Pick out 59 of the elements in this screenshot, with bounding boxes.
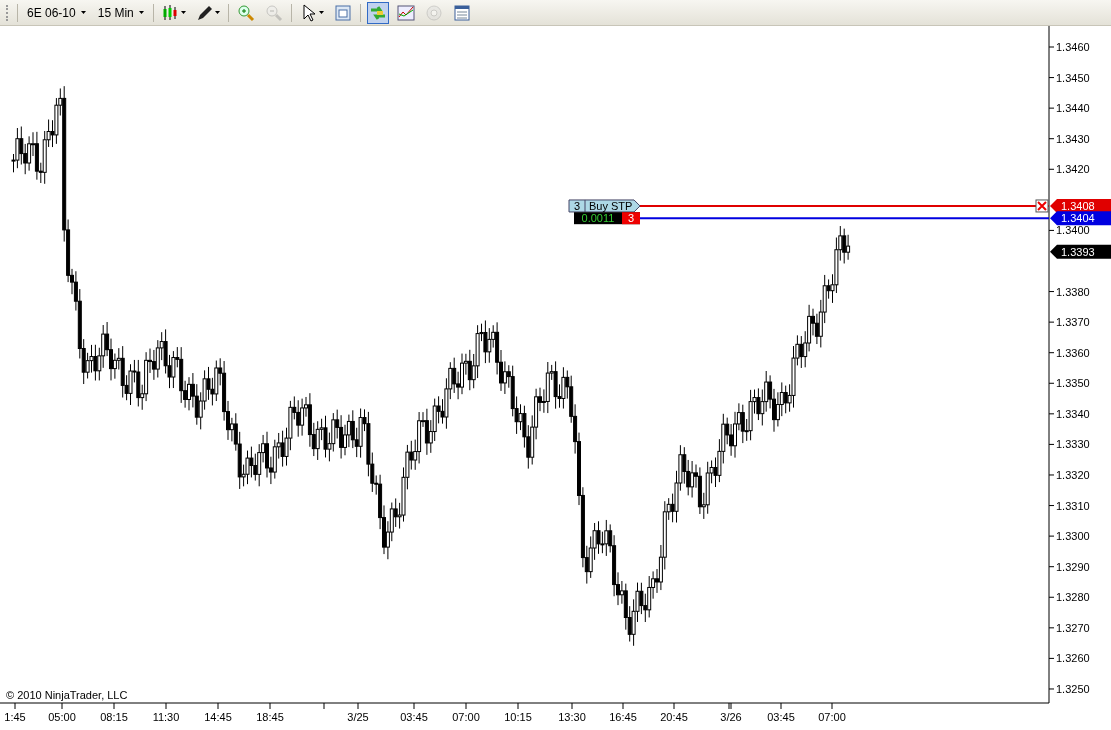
time-axis-label: 1:45 bbox=[4, 711, 26, 723]
table-icon bbox=[452, 3, 471, 22]
price-axis-label: 1.3360 bbox=[1056, 346, 1090, 359]
price-axis-label: 1.3450 bbox=[1056, 71, 1090, 84]
price-axis-label: 1.3380 bbox=[1056, 285, 1090, 298]
price-axis-label: 1.3420 bbox=[1056, 163, 1090, 176]
price-axis-label: 1.3370 bbox=[1056, 316, 1090, 329]
price-axis-label: 1.3460 bbox=[1056, 41, 1090, 53]
circle-icon bbox=[424, 3, 443, 22]
price-axis-label: 1.3270 bbox=[1056, 621, 1090, 634]
price-axis-label: 1.3340 bbox=[1056, 407, 1090, 420]
price-axis-label: 1.3300 bbox=[1056, 530, 1090, 543]
price-axis-label: 1.3430 bbox=[1056, 132, 1090, 145]
time-axis-label: 20:45 bbox=[660, 711, 688, 723]
price-axis-label: 1.3350 bbox=[1056, 377, 1090, 390]
time-axis-label: 13:30 bbox=[558, 711, 586, 723]
copyright-text: © 2010 NinjaTrader, LLC bbox=[6, 689, 128, 701]
time-axis-label: 07:00 bbox=[818, 711, 846, 723]
candlestick-icon bbox=[161, 3, 180, 22]
position-price-marker: 1.3404 bbox=[1050, 211, 1111, 226]
time-axis-label: 07:00 bbox=[452, 711, 480, 723]
zoom-in-icon bbox=[236, 3, 255, 22]
caret-icon bbox=[138, 11, 144, 14]
time-axis-label: 05:00 bbox=[48, 711, 76, 723]
zoom-out-icon bbox=[264, 3, 283, 22]
price-axis-label: 1.3290 bbox=[1056, 560, 1090, 573]
caret-icon bbox=[214, 11, 220, 14]
time-axis-label: 16:45 bbox=[609, 711, 637, 723]
price-axis-label: 1.3330 bbox=[1056, 438, 1090, 451]
time-axis-label: 11:30 bbox=[152, 711, 180, 723]
time-axis-label: 08:15 bbox=[100, 711, 128, 723]
line-chart-icon bbox=[396, 3, 415, 22]
price-axis-label: 1.3310 bbox=[1056, 499, 1090, 512]
time-axis-label: 03:45 bbox=[767, 711, 795, 723]
price-axis-label: 1.3280 bbox=[1056, 591, 1090, 604]
last-price-marker: 1.3393 bbox=[1050, 244, 1111, 259]
caret-icon bbox=[318, 11, 324, 14]
time-axis-label: 3/25 bbox=[347, 711, 369, 723]
instrument-dropdown[interactable]: 6E 06-10 bbox=[24, 3, 89, 22]
orders-button[interactable] bbox=[366, 1, 389, 24]
close-icon[interactable] bbox=[1035, 199, 1049, 213]
caret-icon bbox=[180, 11, 186, 14]
price-axis-label: 1.3400 bbox=[1056, 224, 1090, 237]
price-axis-label: 1.3320 bbox=[1056, 469, 1090, 481]
time-axis-label: 14:45 bbox=[204, 711, 232, 723]
pencil-icon bbox=[195, 3, 214, 22]
time-axis-label: 18:45 bbox=[256, 711, 284, 723]
interval-dropdown[interactable]: 15 Min bbox=[94, 3, 147, 22]
price-axis-label: 1.3260 bbox=[1056, 652, 1090, 665]
order-tag[interactable]: 3 Buy STP bbox=[568, 199, 641, 213]
position-tag: 0.0011 3 bbox=[574, 212, 640, 225]
time-axis-label: 03:45 bbox=[400, 711, 428, 723]
window-icon bbox=[333, 3, 352, 22]
price-axis-label: 1.3250 bbox=[1056, 682, 1090, 695]
time-axis-label: 3/26 bbox=[720, 711, 742, 723]
order-price-marker: 1.3408 bbox=[1050, 198, 1111, 213]
time-axis-label: 10:15 bbox=[504, 711, 532, 723]
price-axis-label: 1.3440 bbox=[1056, 102, 1090, 115]
caret-icon bbox=[80, 11, 86, 14]
